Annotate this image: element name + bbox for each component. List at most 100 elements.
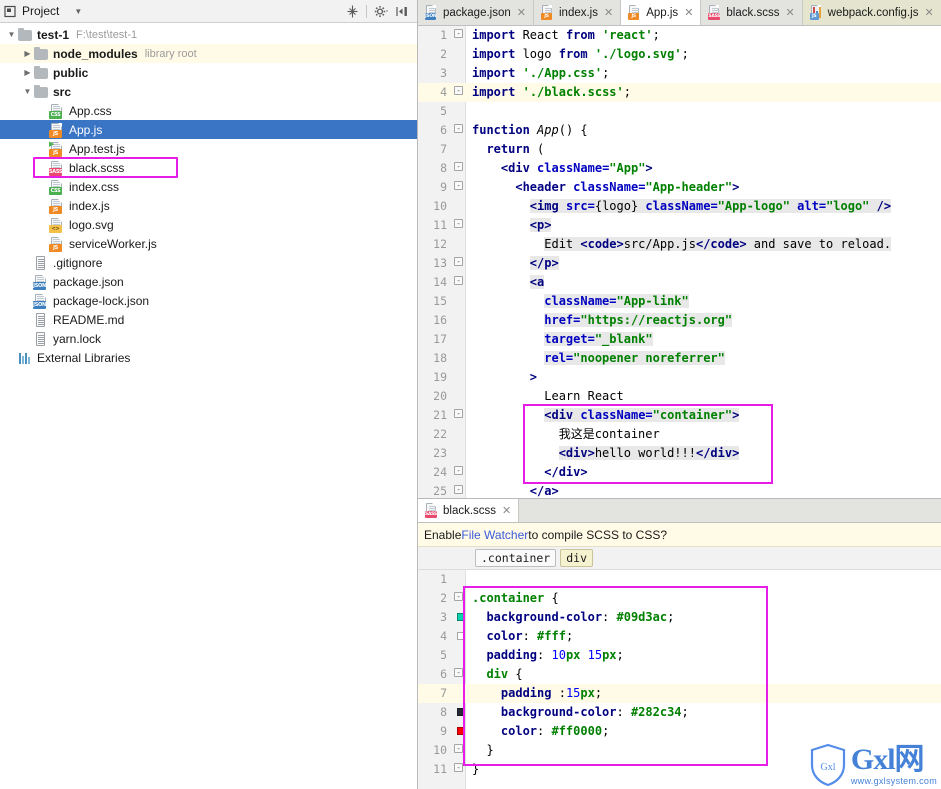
code-fold-toggle[interactable]: - [451,254,466,273]
chevron-down-icon[interactable]: ▼ [6,29,17,40]
code-fold-toggle[interactable]: - [451,463,466,482]
code-line[interactable]: 11- <p> [418,216,941,235]
gear-icon[interactable] [374,5,389,18]
chevron-down-icon[interactable]: ▼ [74,7,82,16]
close-icon[interactable]: ✕ [785,6,794,19]
editor-tab-bar[interactable]: JSON package.json ✕ JS index.js ✕ JS App.js ✕ SAS… [418,0,941,26]
code-fold-toggle[interactable]: - [451,741,466,760]
code-line[interactable]: 7 padding :15px; [418,684,941,703]
code-line[interactable]: 21- <div className="container"> [418,406,941,425]
code-fold-toggle[interactable]: - [451,273,466,292]
tree-item--gitignore[interactable]: ▶ .gitignore [0,253,417,272]
code-fold-toggle[interactable]: - [451,26,466,45]
code-line[interactable]: 22 我这是container [418,425,941,444]
editor-tab-black-scss[interactable]: SASS black.scss ✕ [701,0,803,25]
tree-item-src[interactable]: ▼ src [0,82,417,101]
tree-item-node-modules[interactable]: ▶ node_modules library root [0,44,417,63]
code-line[interactable]: 5 padding: 10px 15px; [418,646,941,665]
code-line[interactable]: 6- div { [418,665,941,684]
code-line[interactable]: 16 href="https://reactjs.org" [418,311,941,330]
close-icon[interactable]: ✕ [924,6,933,19]
code-fold-toggle[interactable]: - [451,178,466,197]
code-line[interactable]: 9 color: #ff0000; [418,722,941,741]
breadcrumb-item[interactable]: div [560,549,594,567]
editor-tab-index-js[interactable]: JS index.js ✕ [534,0,622,25]
close-icon[interactable]: ✕ [604,6,613,19]
code-lines-container[interactable]: 1- import React from 'react'; 2 import logo… [418,26,941,498]
editor-tab-package-json[interactable]: JSON package.json ✕ [418,0,534,25]
code-line[interactable]: 15 className="App-link" [418,292,941,311]
editor-tab-app-js[interactable]: JS App.js ✕ [621,0,702,25]
editor-tab-black-scss[interactable]: SASS black.scss ✕ [418,499,520,522]
code-line[interactable]: 18 rel="noopener noreferrer" [418,349,941,368]
tree-item-package-json[interactable]: ▶JSON package.json [0,272,417,291]
code-fold-toggle[interactable]: - [451,406,466,425]
code-line[interactable]: 5 [418,102,941,121]
code-line[interactable]: 1 [418,570,941,589]
code-line[interactable]: 20 Learn React [418,387,941,406]
code-line[interactable]: 4- import './black.scss'; [418,83,941,102]
close-icon[interactable]: ✕ [502,504,511,517]
editor-tab-webpack-config-js[interactable]: JS webpack.config.js ✕ [802,0,941,25]
breadcrumb[interactable]: .container div [418,547,941,570]
code-line[interactable]: 25- </a> [418,482,941,498]
tree-item-public[interactable]: ▶ public [0,63,417,82]
tree-item-serviceworker-js[interactable]: ▶JS serviceWorker.js [0,234,417,253]
tree-item-test-1[interactable]: ▼ test-1 F:\test\test-1 [0,25,417,44]
code-fold-toggle[interactable]: - [451,760,466,779]
code-line[interactable]: 23 <div>hello world!!!</div> [418,444,941,463]
hide-panel-icon[interactable] [396,5,409,18]
project-file-tree[interactable]: ▼ test-1 F:\test\test-1 ▶ node_modules librar… [0,23,417,789]
tree-arrow-none: ▶ [22,333,33,344]
code-line[interactable]: 14- <a [418,273,941,292]
tree-item-index-js[interactable]: ▶JS index.js [0,196,417,215]
code-line[interactable]: 2- .container { [418,589,941,608]
code-line[interactable]: 19 > [418,368,941,387]
close-icon[interactable]: ✕ [517,6,526,19]
code-line[interactable]: 6- function App() { [418,121,941,140]
project-panel-title-group[interactable]: Project ▼ [4,4,346,18]
tree-item-index-css[interactable]: ▶CSS index.css [0,177,417,196]
chevron-down-icon[interactable]: ▼ [22,86,33,97]
code-fold-toggle[interactable]: - [451,159,466,178]
code-fold-toggle[interactable]: - [451,482,466,498]
code-editor-appjs[interactable]: 1- import React from 'react'; 2 import logo… [418,26,941,498]
tree-item-app-js[interactable]: ▶JS App.js [0,120,417,139]
code-line[interactable]: 12 Edit <code>src/App.js</code> and save… [418,235,941,254]
code-line[interactable]: 3 import './App.css'; [418,64,941,83]
tree-item-logo-svg[interactable]: ▶<> logo.svg [0,215,417,234]
code-line[interactable]: 3 background-color: #09d3ac; [418,608,941,627]
bottom-tab-bar[interactable]: SASS black.scss ✕ [418,499,941,523]
chevron-right-icon[interactable]: ▶ [22,67,33,78]
code-text: <div>hello world!!!</div> [558,446,740,460]
tree-item-black-scss[interactable]: ▶SASS black.scss [0,158,417,177]
tree-item-readme-md[interactable]: ▶ README.md [0,310,417,329]
collapse-all-icon[interactable] [346,5,359,18]
code-fold-toggle[interactable]: - [451,665,466,684]
code-line[interactable]: 4 color: #fff; [418,627,941,646]
code-line[interactable]: 17 target="_blank" [418,330,941,349]
code-line[interactable]: 1- import React from 'react'; [418,26,941,45]
code-line[interactable]: 10 <img src={logo} className="App-logo" … [418,197,941,216]
tree-item-package-lock-json[interactable]: ▶JSON package-lock.json [0,291,417,310]
chevron-right-icon[interactable]: ▶ [22,48,33,59]
file-watcher-link[interactable]: File Watcher [461,528,528,542]
code-fold-toggle[interactable]: - [451,216,466,235]
code-line[interactable]: 9- <header className="App-header"> [418,178,941,197]
close-icon[interactable]: ✕ [684,6,693,19]
code-line[interactable]: 8 background-color: #282c34; [418,703,941,722]
code-fold-toggle[interactable]: - [451,83,466,102]
code-fold-toggle[interactable]: - [451,121,466,140]
code-line[interactable]: 24- </div> [418,463,941,482]
code-text: import React from 'react'; [472,28,660,42]
tree-item-external-libraries[interactable]: ▶ External Libraries [0,348,417,367]
code-line[interactable]: 13- </p> [418,254,941,273]
tree-item-yarn-lock[interactable]: ▶ yarn.lock [0,329,417,348]
code-fold-toggle[interactable]: - [451,589,466,608]
tree-item-app-test-js[interactable]: ▶JS▶ App.test.js [0,139,417,158]
code-line[interactable]: 7 return ( [418,140,941,159]
tree-item-app-css[interactable]: ▶CSS App.css [0,101,417,120]
code-line[interactable]: 8- <div className="App"> [418,159,941,178]
code-line[interactable]: 2 import logo from './logo.svg'; [418,45,941,64]
breadcrumb-item[interactable]: .container [475,549,557,567]
